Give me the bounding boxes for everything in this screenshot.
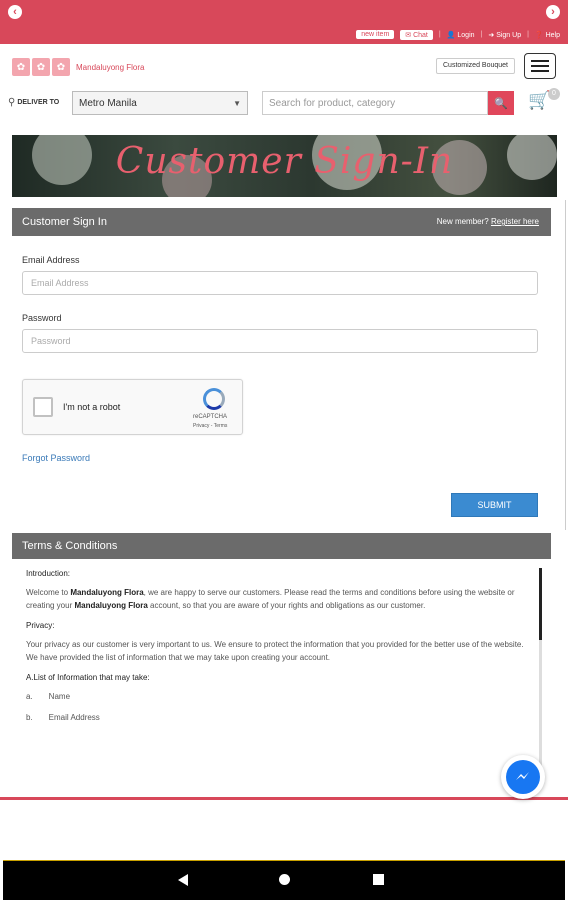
sign-in-header: Customer Sign In New member? Register he…: [12, 208, 551, 236]
customized-bouquet-button[interactable]: Customized Bouquet: [436, 58, 515, 74]
flower-icon: ✿: [32, 58, 50, 76]
recent-apps-icon[interactable]: [373, 874, 384, 885]
logo-mark: ✿ ✿ ✿: [12, 58, 70, 76]
search-placeholder: Search for product, category: [269, 97, 396, 109]
top-links: new item ✉ Chat | 👤 Login | ➜ Sign Up | …: [356, 28, 560, 41]
list-item: a. Name: [26, 692, 71, 701]
flower-icon: ✿: [12, 58, 30, 76]
email-placeholder: Email Address: [31, 278, 89, 288]
logo-text: Mandaluyong Flora: [76, 62, 145, 72]
search-icon: 🔍: [494, 97, 508, 110]
terms-content[interactable]: Introduction: Welcome to Mandaluyong Flo…: [12, 559, 551, 768]
home-icon[interactable]: [279, 874, 290, 885]
chat-label: Chat: [413, 31, 428, 39]
messenger-chat-button[interactable]: [501, 755, 545, 799]
intro-heading: Introduction:: [26, 569, 71, 578]
divider: |: [527, 31, 529, 38]
carousel-next-icon[interactable]: ›: [546, 5, 560, 19]
search-input[interactable]: Search for product, category: [262, 91, 488, 115]
new-item-button[interactable]: new item: [356, 30, 395, 39]
sign-in-panel: [12, 208, 551, 528]
back-icon[interactable]: [178, 874, 188, 886]
signup-link[interactable]: ➜ Sign Up: [488, 31, 521, 39]
recaptcha-widget: I'm not a robot reCAPTCHA Privacy - Term…: [22, 379, 243, 435]
deliver-to-label: ⚲ DELIVER TO: [8, 97, 59, 108]
site-logo[interactable]: ✿ ✿ ✿ Mandaluyong Flora: [12, 58, 144, 76]
terms-scrollbar-thumb[interactable]: [539, 568, 542, 640]
list-heading: A.List of Information that may take:: [26, 673, 150, 682]
recaptcha-terms-link[interactable]: Privacy - Terms: [193, 423, 227, 429]
cart-count-badge: 0: [548, 88, 560, 100]
search-button[interactable]: 🔍: [488, 91, 514, 115]
hamburger-menu-icon[interactable]: [524, 53, 556, 79]
intro-paragraph: Welcome to Mandaluyong Flora, we are hap…: [26, 588, 515, 610]
banner-title: Customer Sign-In: [115, 141, 454, 182]
lightning-icon: [516, 772, 529, 780]
signup-icon: ➜: [488, 31, 495, 39]
flower-icon: ✿: [52, 58, 70, 76]
messenger-icon: [506, 760, 540, 794]
email-label: Email Address: [22, 255, 80, 265]
deliver-to-text: DELIVER TO: [17, 99, 60, 106]
terms-header: Terms & Conditions: [12, 533, 551, 559]
carousel-prev-icon[interactable]: ‹: [8, 5, 22, 19]
help-label: Help: [545, 31, 560, 39]
password-field[interactable]: Password: [22, 329, 538, 353]
footer-divider: [0, 797, 568, 800]
submit-button[interactable]: SUBMIT: [451, 493, 538, 517]
divider: |: [438, 31, 441, 38]
help-icon: ❓: [534, 31, 544, 39]
register-prompt: New member? Register here: [437, 217, 539, 226]
help-link[interactable]: ❓ Help: [535, 31, 560, 39]
user-icon: 👤: [446, 31, 456, 39]
forgot-password-link[interactable]: Forgot Password: [22, 453, 90, 463]
recaptcha-label: I'm not a robot: [63, 402, 121, 412]
password-placeholder: Password: [31, 336, 71, 346]
password-label: Password: [22, 313, 62, 323]
signup-label: Sign Up: [496, 31, 522, 39]
chat-button[interactable]: ✉ Chat: [400, 29, 433, 40]
login-label: Login: [457, 31, 475, 39]
chevron-down-icon: ▼: [233, 98, 241, 108]
privacy-heading: Privacy:: [26, 621, 55, 630]
divider: [565, 200, 566, 530]
privacy-paragraph: Your privacy as our customer is very imp…: [26, 640, 524, 662]
location-pin-icon: ⚲: [8, 97, 16, 108]
recaptcha-checkbox[interactable]: [33, 397, 53, 417]
recaptcha-logo-icon: [203, 388, 225, 410]
divider: |: [480, 31, 483, 38]
list-item: b. Email Address: [26, 713, 100, 722]
terms-title: Terms & Conditions: [22, 540, 118, 552]
delivery-location-select[interactable]: Metro Manila ▼: [72, 91, 248, 115]
terms-text: Introduction: Welcome to Mandaluyong Flo…: [26, 567, 526, 732]
sign-in-title: Customer Sign In: [22, 216, 107, 228]
recaptcha-brand: reCAPTCHA: [193, 414, 228, 420]
sign-in-banner: Customer Sign-In: [12, 135, 557, 197]
delivery-selected-value: Metro Manila: [79, 97, 137, 109]
new-member-text: New member?: [436, 217, 489, 226]
register-link[interactable]: Register here: [491, 217, 539, 226]
email-field[interactable]: Email Address: [22, 271, 538, 295]
login-link[interactable]: 👤 Login: [447, 31, 475, 39]
